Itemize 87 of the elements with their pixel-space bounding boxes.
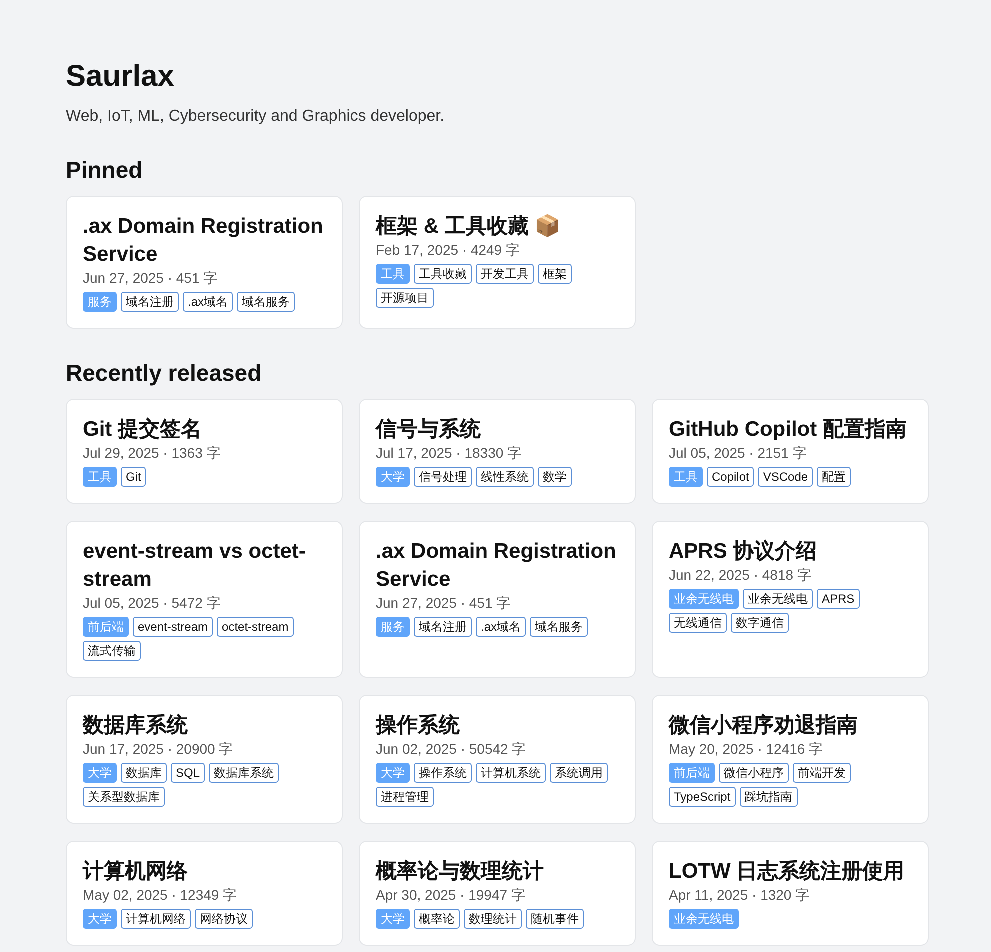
post-title[interactable]: APRS 协议介绍: [669, 538, 914, 566]
post-meta: Feb 17, 2025 · 4249 字: [376, 242, 521, 260]
post-tag[interactable]: 随机事件: [526, 909, 584, 929]
post-tag[interactable]: 关系型数据库: [83, 787, 165, 807]
section-heading: Pinned: [66, 156, 144, 184]
post-tag[interactable]: 计算机网络: [121, 909, 191, 929]
post-tag[interactable]: 数据库: [121, 763, 167, 783]
post-card[interactable]: LOTW 日志系统注册使用 Apr 11, 2025 · 1320 字 业余无线电: [652, 841, 929, 946]
post-title[interactable]: 数据库系统: [83, 712, 328, 740]
post-meta: Jul 05, 2025 · 2151 字: [669, 445, 808, 463]
post-card[interactable]: 操作系统 Jun 02, 2025 · 50542 字 大学 操作系统 计算机系统 系统调用 进程管理: [359, 695, 636, 824]
profile-bio: Web, IoT, ML, Cybersecurity and Graphics developer.: [66, 108, 446, 126]
post-title[interactable]: 框架 & 工具收藏 📦: [376, 213, 621, 241]
post-title[interactable]: event-stream vs octet-stream: [83, 538, 328, 594]
post-meta: May 20, 2025 · 12416 字: [669, 741, 824, 759]
post-card[interactable]: event-stream vs octet-stream Jul 05, 2025 · 5472 字 前后端 event-stream octet-stream 流式传输: [66, 521, 343, 678]
post-tag[interactable]: 进程管理: [376, 787, 434, 807]
post-title[interactable]: LOTW 日志系统注册使用: [669, 858, 914, 886]
post-tag[interactable]: .ax域名: [183, 292, 234, 312]
post-meta: Jun 22, 2025 · 4818 字: [669, 567, 812, 585]
post-tag[interactable]: 前端开发: [793, 763, 851, 783]
post-tag[interactable]: 无线通信: [669, 613, 727, 633]
post-tag[interactable]: octet-stream: [217, 617, 294, 637]
post-meta: Apr 11, 2025 · 1320 字: [669, 887, 811, 905]
post-tag[interactable]: 数据库系统: [209, 763, 280, 783]
post-tag[interactable]: 开源项目: [376, 288, 434, 308]
post-title[interactable]: .ax Domain Registration Service: [83, 213, 328, 269]
post-tag[interactable]: 开发工具: [476, 264, 534, 284]
post-tag[interactable]: 信号处理: [414, 467, 472, 487]
post-card[interactable]: 微信小程序劝退指南 May 20, 2025 · 12416 字 前后端 微信小程序 前端开发 TypeScript 踩坑指南: [652, 695, 929, 824]
post-tag[interactable]: 业余无线电: [743, 589, 813, 609]
post-tag[interactable]: 域名注册: [414, 617, 472, 637]
post-tag[interactable]: 概率论: [414, 909, 460, 929]
post-tag[interactable]: 框架: [538, 264, 572, 284]
post-tag[interactable]: SQL: [171, 763, 206, 783]
post-card[interactable]: 计算机网络 May 02, 2025 · 12349 字 大学 计算机网络 网络协议: [66, 841, 343, 946]
post-tag[interactable]: 数字通信: [731, 613, 789, 633]
post-card[interactable]: 数据库系统 Jun 17, 2025 · 20900 字 大学 数据库 SQL 数据库系统 关系型数据库: [66, 695, 343, 824]
post-tag[interactable]: event-stream: [133, 617, 214, 637]
post-card[interactable]: .ax Domain Registration Service Jun 27, 2025 · 451 字 服务 域名注册 .ax域名 域名服务: [66, 196, 343, 329]
post-meta: Jul 17, 2025 · 18330 字: [376, 445, 523, 463]
post-tag[interactable]: 配置: [817, 467, 852, 487]
post-card[interactable]: APRS 协议介绍 Jun 22, 2025 · 4818 字 业余无线电 业余无线电 APRS 无线通信 数字通信: [652, 521, 929, 678]
post-tag[interactable]: Git: [121, 467, 146, 487]
post-tag[interactable]: .ax域名: [476, 617, 526, 637]
post-title[interactable]: 计算机网络: [83, 858, 328, 886]
post-title[interactable]: 概率论与数理统计: [376, 858, 621, 886]
post-tag[interactable]: 数学: [538, 467, 572, 487]
post-tag[interactable]: 微信小程序: [719, 763, 789, 783]
post-card[interactable]: Git 提交签名 Jul 29, 2025 · 1363 字 工具 Git: [66, 399, 343, 504]
post-tag[interactable]: APRS: [817, 589, 860, 609]
post-meta: Apr 30, 2025 · 19947 字: [376, 887, 526, 905]
post-title[interactable]: 信号与系统: [376, 416, 621, 444]
profile-name: Saurlax: [66, 59, 176, 95]
post-title[interactable]: .ax Domain Registration Service: [376, 538, 621, 594]
post-tag[interactable]: TypeScript: [669, 787, 736, 807]
post-tag[interactable]: Copilot: [707, 467, 754, 487]
post-title[interactable]: 操作系统: [376, 712, 621, 740]
post-tag[interactable]: 域名注册: [121, 292, 179, 312]
post-title[interactable]: 微信小程序劝退指南: [669, 712, 914, 740]
post-tag[interactable]: 数理统计: [464, 909, 522, 929]
post-meta: Jun 27, 2025 · 451 字: [376, 595, 512, 613]
post-card[interactable]: GitHub Copilot 配置指南 Jul 05, 2025 · 2151 字 工具 Copilot VSCode 配置: [652, 399, 929, 504]
post-title[interactable]: Git 提交签名: [83, 416, 328, 444]
post-tag[interactable]: 网络协议: [195, 909, 253, 929]
post-card[interactable]: 框架 & 工具收藏 📦 Feb 17, 2025 · 4249 字 工具 工具收藏 开发工具 框架 开源项目: [359, 196, 636, 329]
post-card[interactable]: .ax Domain Registration Service Jun 27, 2025 · 451 字 服务 域名注册 .ax域名 域名服务: [359, 521, 636, 678]
post-tag[interactable]: 线性系统: [476, 467, 534, 487]
post-meta: Jun 02, 2025 · 50542 字: [376, 741, 528, 759]
post-tag[interactable]: 工具收藏: [414, 264, 472, 284]
post-tag[interactable]: 计算机系统: [476, 763, 546, 783]
post-tag[interactable]: 域名服务: [530, 617, 588, 637]
post-card[interactable]: 概率论与数理统计 Apr 30, 2025 · 19947 字 大学 概率论 数理统计 随机事件: [359, 841, 636, 946]
post-title[interactable]: GitHub Copilot 配置指南: [669, 416, 914, 444]
post-meta: Jul 05, 2025 · 5472 字: [83, 595, 222, 613]
section-heading: Recently released: [66, 359, 263, 387]
post-tag[interactable]: VSCode: [758, 467, 814, 487]
post-meta: Jul 29, 2025 · 1363 字: [83, 445, 222, 463]
post-tag[interactable]: 系统调用: [550, 763, 608, 783]
post-meta: Jun 17, 2025 · 20900 字: [83, 741, 234, 759]
post-tag[interactable]: 流式传输: [83, 641, 141, 661]
post-tag[interactable]: 域名服务: [237, 292, 296, 312]
post-tag[interactable]: 操作系统: [414, 763, 472, 783]
post-card[interactable]: 信号与系统 Jul 17, 2025 · 18330 字 大学 信号处理 线性系统 数学: [359, 399, 636, 504]
post-meta: May 02, 2025 · 12349 字: [83, 887, 238, 905]
post-tag[interactable]: 踩坑指南: [740, 787, 798, 807]
post-meta: Jun 27, 2025 · 451 字: [83, 270, 219, 288]
